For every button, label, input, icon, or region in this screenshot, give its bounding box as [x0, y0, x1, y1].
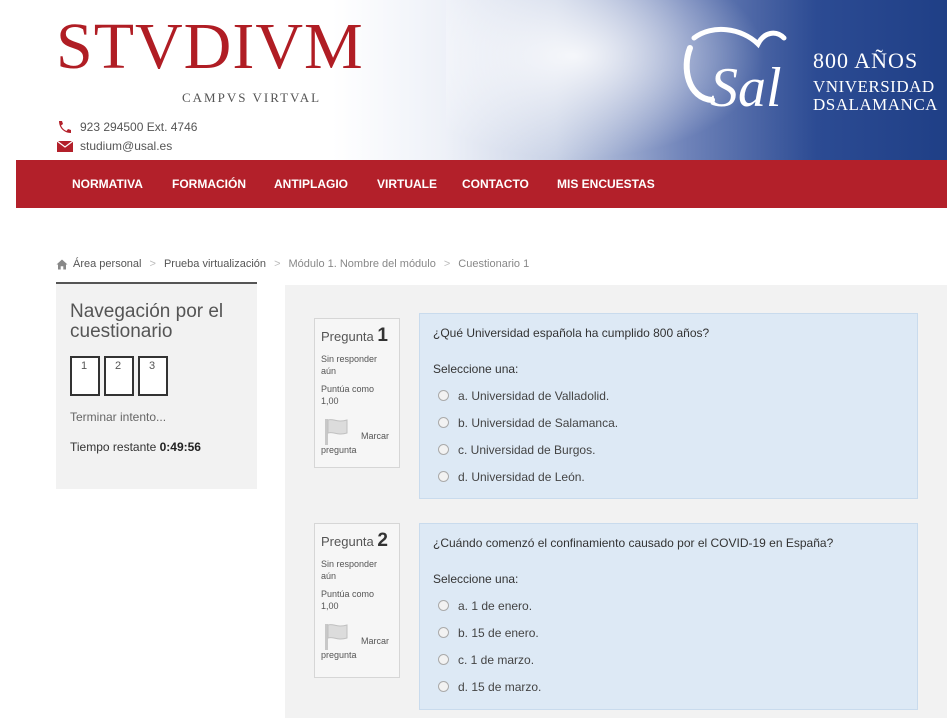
answer-label: c. 1 de marzo. [458, 652, 535, 667]
phone-icon [59, 121, 71, 133]
usal-wordmark: 800 AÑOS VNIVERSIDAD DSALAMANCA [813, 50, 938, 114]
question-state: Sin responder aún [321, 559, 378, 581]
quiz-navigation-block: Navegación por el cuestionario 1 2 3 Ter… [56, 282, 257, 489]
answer-option[interactable]: c. Universidad de Burgos. [433, 436, 904, 463]
answer-list: a. Universidad de Valladolid. b. Univers… [433, 382, 904, 490]
radio-button[interactable] [438, 390, 449, 401]
radio-button[interactable] [438, 417, 449, 428]
nav-formacion[interactable]: FORMACIÓN [172, 160, 246, 208]
studium-logo[interactable]: STVDIVM [56, 14, 364, 80]
question-content-2: ¿Cuándo comenzó el confinamiento causado… [419, 523, 918, 710]
quiz-navigation-title: Navegación por el cuestionario [70, 301, 224, 342]
question-number-value: 1 [377, 325, 388, 346]
answer-label: d. 15 de marzo. [458, 679, 542, 694]
flag-label-line1: Marcar [361, 636, 390, 646]
question-label: Pregunta [321, 534, 374, 549]
home-icon [56, 259, 68, 269]
breadcrumb-area-personal[interactable]: Área personal [73, 258, 142, 270]
timer-label: Tiempo restante [70, 440, 157, 454]
usal-years: 800 AÑOS [813, 48, 919, 73]
answer-option[interactable]: a. 1 de enero. [433, 592, 904, 619]
flag-label-line2: pregunta [321, 650, 357, 660]
breadcrumb-separator: > [149, 258, 156, 270]
answer-label: d. Universidad de León. [458, 469, 585, 484]
answer-label: c. Universidad de Burgos. [458, 442, 596, 457]
answer-label: b. Universidad de Salamanca. [458, 415, 619, 430]
question-info-1: Pregunta 1 Sin responder aún Puntúa como… [314, 318, 400, 468]
quiz-main-area: Pregunta 1 Sin responder aún Puntúa como… [285, 285, 947, 718]
breadcrumb: Área personal > Prueba virtualización > … [56, 258, 529, 270]
radio-button[interactable] [438, 471, 449, 482]
usal-logo[interactable]: Sal [672, 18, 802, 118]
answer-option[interactable]: c. 1 de marzo. [433, 646, 904, 673]
answer-option[interactable]: b. Universidad de Salamanca. [433, 409, 904, 436]
question-nav-button-3[interactable]: 3 [138, 356, 168, 396]
phone-number: 923 294500 Ext. 4746 [80, 120, 198, 134]
radio-button[interactable] [438, 600, 449, 611]
svg-text:Sal: Sal [710, 57, 782, 118]
finish-attempt-link[interactable]: Terminar intento... [70, 410, 166, 424]
answer-option[interactable]: b. 15 de enero. [433, 619, 904, 646]
question-prompt: Seleccione una: [433, 572, 519, 586]
nav-normativa[interactable]: NORMATIVA [72, 160, 143, 208]
question-grade: Puntúa como 1,00 [321, 589, 375, 611]
logo-title: STVDIVM [56, 10, 364, 83]
time-remaining: Tiempo restante 0:49:56 [70, 440, 201, 454]
answer-option[interactable]: a. Universidad de Valladolid. [433, 382, 904, 409]
contact-email[interactable]: studium@usal.es [56, 139, 172, 153]
breadcrumb-module[interactable]: Módulo 1. Nombre del módulo [289, 258, 436, 270]
flag-icon [325, 624, 348, 650]
question-nav-button-1[interactable]: 1 [70, 356, 100, 396]
question-nav-button-2[interactable]: 2 [104, 356, 134, 396]
nav-virtuale[interactable]: VIRTUALE [377, 160, 437, 208]
breadcrumb-separator: > [443, 258, 451, 270]
breadcrumb-quiz[interactable]: Cuestionario 1 [458, 258, 529, 270]
radio-button[interactable] [438, 627, 449, 638]
question-info-2: Pregunta 2 Sin responder aún Puntúa como… [314, 523, 400, 678]
flag-label-line1: Marcar [361, 431, 390, 441]
nav-contacto[interactable]: CONTACTO [462, 160, 529, 208]
flag-label-line2: pregunta [321, 445, 357, 455]
flag-icon [325, 419, 348, 445]
logo-subtitle: CAMPVS VIRTVAL [182, 90, 322, 105]
email-address: studium@usal.es [80, 139, 173, 153]
answer-label: b. 15 de enero. [458, 625, 539, 640]
contact-phone: 923 294500 Ext. 4746 [56, 120, 197, 134]
question-label: Pregunta [321, 329, 374, 344]
question-number: Pregunta 1 [321, 325, 393, 347]
question-prompt: Seleccione una: [433, 362, 519, 376]
usal-name-line1: VNIVERSIDAD [813, 77, 935, 96]
radio-button[interactable] [438, 681, 449, 692]
usal-dragon-icon: Sal [683, 26, 787, 118]
flag-question-button[interactable]: Marcar pregunta [321, 417, 393, 459]
answer-label: a. 1 de enero. [458, 598, 533, 613]
answer-label: a. Universidad de Valladolid. [458, 388, 610, 403]
quiz-navigation-buttons: 1 2 3 [70, 356, 168, 396]
question-number-value: 2 [377, 530, 388, 551]
answer-option[interactable]: d. Universidad de León. [433, 463, 904, 490]
question-text: ¿Cuándo comenzó el confinamiento causado… [433, 536, 834, 550]
answer-option[interactable]: d. 15 de marzo. [433, 673, 904, 700]
site-header: STVDIVM CAMPVS VIRTVAL 923 294500 Ext. 4… [16, 0, 947, 160]
answer-list: a. 1 de enero. b. 15 de enero. c. 1 de m… [433, 592, 904, 700]
question-content-1: ¿Qué Universidad española ha cumplido 80… [419, 313, 918, 499]
question-state: Sin responder aún [321, 354, 378, 376]
timer-value: 0:49:56 [159, 440, 201, 454]
question-grade: Puntúa como 1,00 [321, 384, 375, 406]
envelope-icon [56, 140, 74, 152]
radio-button[interactable] [438, 444, 449, 455]
nav-antiplagio[interactable]: ANTIPLAGIO [274, 160, 348, 208]
nav-mis-encuestas[interactable]: MIS ENCUESTAS [557, 160, 655, 208]
breadcrumb-course[interactable]: Prueba virtualización [164, 258, 266, 270]
usal-name-line2: DSALAMANCA [813, 94, 938, 114]
breadcrumb-separator: > [274, 258, 281, 270]
flag-question-button[interactable]: Marcar pregunta [321, 622, 393, 664]
radio-button[interactable] [438, 654, 449, 665]
question-text: ¿Qué Universidad española ha cumplido 80… [433, 326, 710, 340]
question-number: Pregunta 2 [321, 530, 393, 552]
main-navbar: NORMATIVA FORMACIÓN ANTIPLAGIO VIRTUALE … [16, 160, 947, 208]
